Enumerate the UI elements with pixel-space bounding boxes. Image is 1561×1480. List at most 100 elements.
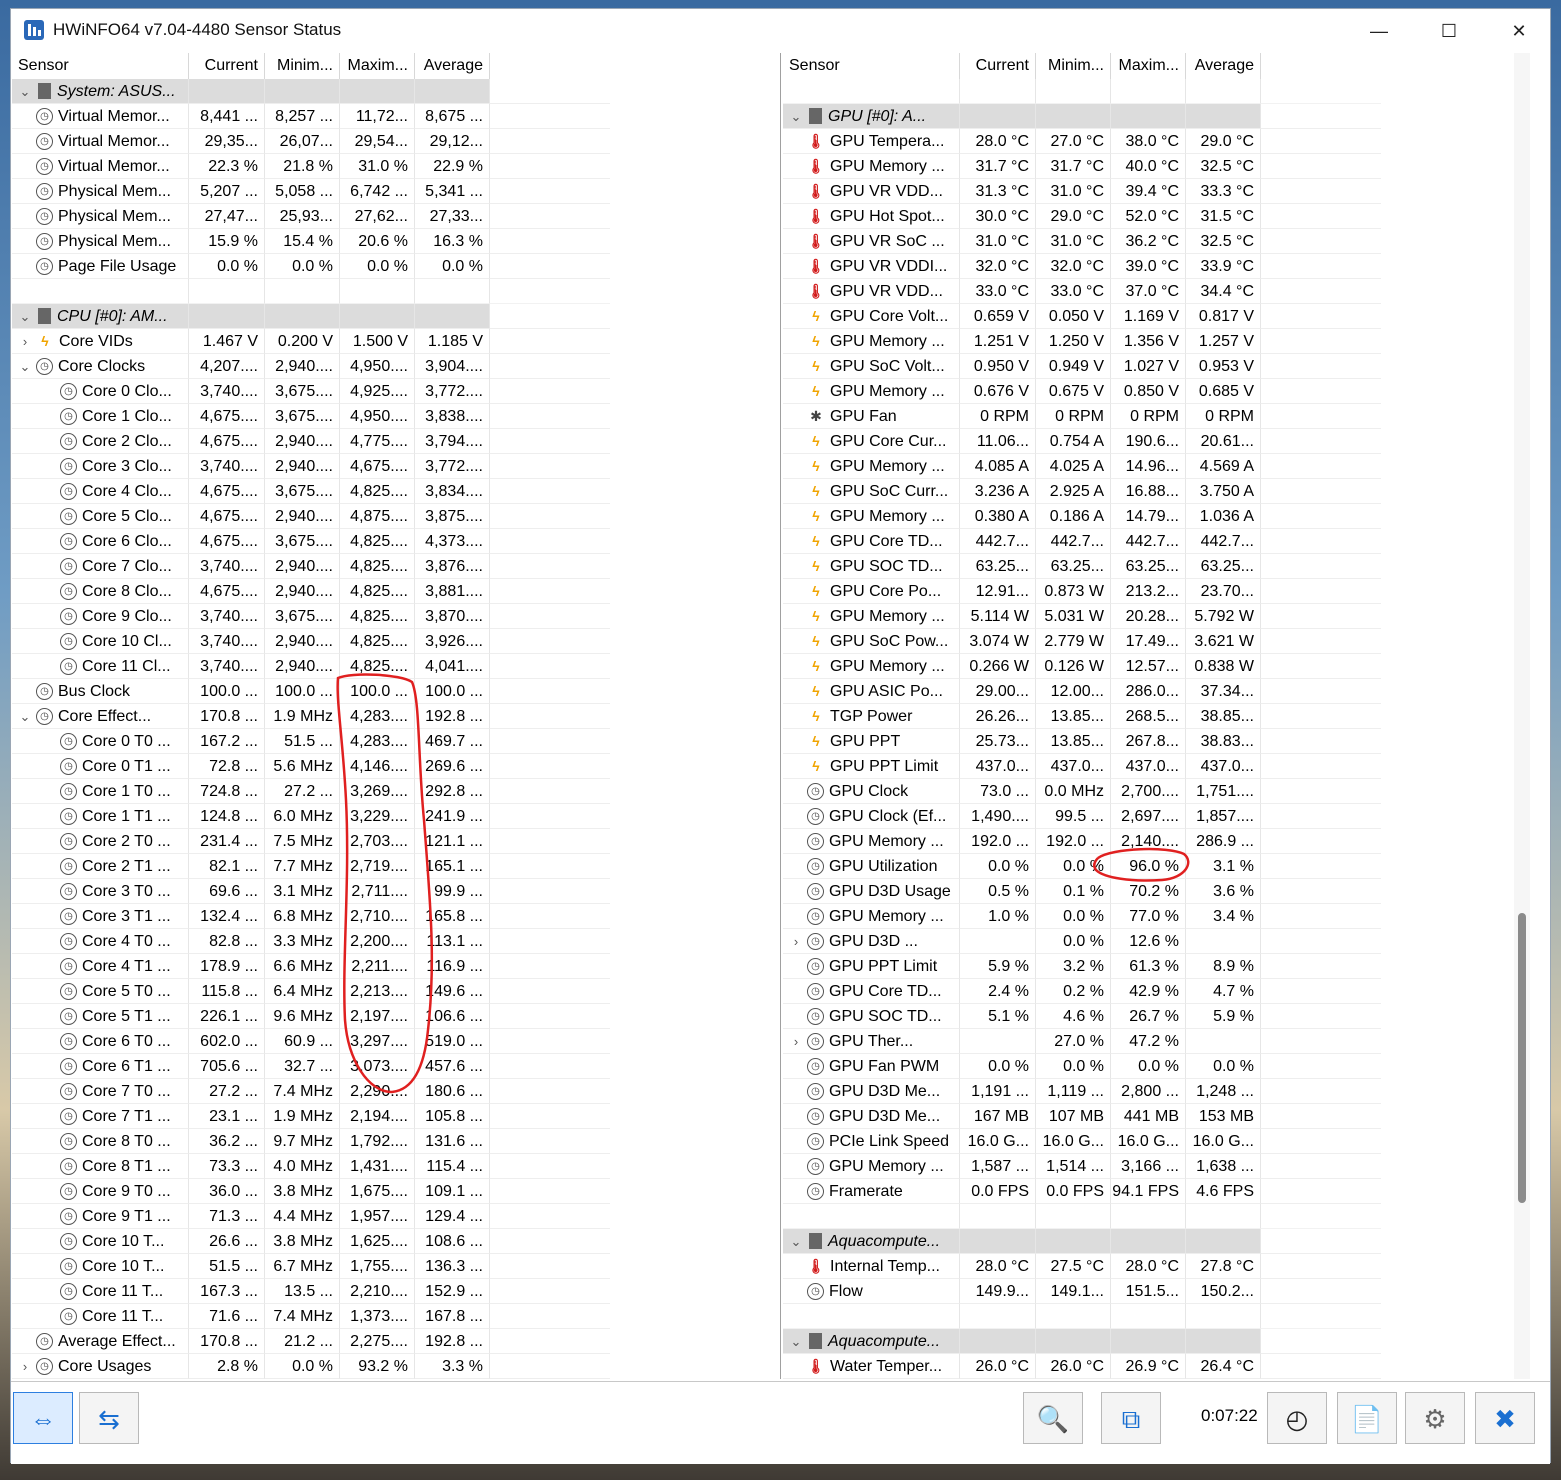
network-search-button[interactable]: 🔍 bbox=[1023, 1392, 1083, 1444]
column-header-0[interactable]: Sensor bbox=[12, 53, 189, 79]
sensor-row[interactable]: ◷ Core 1 T0 ... 724.8 ... 27.2 ... 3,269....… bbox=[12, 779, 780, 804]
column-header-3[interactable]: Maxim... bbox=[1111, 53, 1186, 79]
sensor-row[interactable]: ◷ Virtual Memor... 29,35... 26,07... 29,54..… bbox=[12, 129, 780, 154]
sensor-row[interactable]: ◷ GPU Memory ... 1,587 ... 1,514 ... 3,166 .… bbox=[783, 1154, 1530, 1179]
chevron-right-icon[interactable]: › bbox=[14, 1354, 36, 1378]
sensor-row[interactable]: 🌡 GPU VR VDD... 33.0 °C 33.0 °C 37.0 °C 34.4 … bbox=[783, 279, 1530, 304]
sensor-row[interactable]: › ◷ GPU Ther... 27.0 % 47.2 % bbox=[783, 1029, 1530, 1054]
sensor-row[interactable]: 🌡 GPU Tempera... 28.0 °C 27.0 °C 38.0 °C 29.0… bbox=[783, 129, 1530, 154]
chevron-down-icon[interactable]: ⌄ bbox=[785, 1229, 807, 1253]
sensor-row[interactable]: 🌡 Internal Temp... 28.0 °C 27.5 °C 28.0 °C 27… bbox=[783, 1254, 1530, 1279]
sensor-group-row[interactable]: ⌄ GPU [#0]: A... bbox=[783, 104, 1530, 129]
sensor-row[interactable]: ◷ Physical Mem... 15.9 % 15.4 % 20.6 % 16.3 % bbox=[12, 229, 780, 254]
sensor-row[interactable]: ◷ Core 4 Clo... 4,675.... 3,675.... 4,825...… bbox=[12, 479, 780, 504]
sensor-row[interactable]: ϟ TGP Power 26.26... 13.85... 268.5... 38.85.… bbox=[783, 704, 1530, 729]
sensor-row[interactable]: › ϟ Core VIDs 1.467 V 0.200 V 1.500 V 1.185 V bbox=[12, 329, 780, 354]
sensor-row[interactable]: ◷ Core 0 Clo... 3,740.... 3,675.... 4,925...… bbox=[12, 379, 780, 404]
sensor-row[interactable]: ◷ Core 2 T1 ... 82.1 ... 7.7 MHz 2,719.... 16… bbox=[12, 854, 780, 879]
column-header-2[interactable]: Minim... bbox=[1036, 53, 1111, 79]
sensor-row[interactable]: ◷ Framerate 0.0 FPS 0.0 FPS 94.1 FPS 4.6 FPS bbox=[783, 1179, 1530, 1204]
sensor-row[interactable]: ◷ Core 7 Clo... 3,740.... 2,940.... 4,825...… bbox=[12, 554, 780, 579]
sensor-row[interactable]: ◷ Core 10 Cl... 3,740.... 2,940.... 4,825...… bbox=[12, 629, 780, 654]
sensor-row[interactable]: 🌡 GPU VR VDDI... 32.0 °C 32.0 °C 39.0 °C 33.9… bbox=[783, 254, 1530, 279]
sensor-row[interactable]: ◷ GPU D3D Usage 0.5 % 0.1 % 70.2 % 3.6 % bbox=[783, 879, 1530, 904]
sensor-row[interactable]: ◷ Core 5 T0 ... 115.8 ... 6.4 MHz 2,213.... 1… bbox=[12, 979, 780, 1004]
column-header-1[interactable]: Current bbox=[960, 53, 1036, 79]
log-file-button[interactable]: 📄 bbox=[1337, 1392, 1397, 1444]
sensor-row[interactable]: ϟ GPU SoC Curr... 3.236 A 2.925 A 16.88... 3.… bbox=[783, 479, 1530, 504]
sensor-row[interactable]: ✱ GPU Fan 0 RPM 0 RPM 0 RPM 0 RPM bbox=[783, 404, 1530, 429]
sensor-row[interactable]: ◷ Core 1 Clo... 4,675.... 3,675.... 4,950...… bbox=[12, 404, 780, 429]
sensor-row[interactable]: ϟ GPU Core Po... 12.91... 0.873 W 213.2... 23… bbox=[783, 579, 1530, 604]
sensor-row[interactable]: ◷ Core 8 T1 ... 73.3 ... 4.0 MHz 1,431.... 11… bbox=[12, 1154, 780, 1179]
sensor-row[interactable]: ◷ Core 1 T1 ... 124.8 ... 6.0 MHz 3,229.... 2… bbox=[12, 804, 780, 829]
expand-button[interactable]: ⇔ bbox=[13, 1392, 73, 1444]
sensor-row[interactable]: ϟ GPU Core TD... 442.7... 442.7... 442.7... 4… bbox=[783, 529, 1530, 554]
sensor-row[interactable]: ◷ Core 9 T0 ... 36.0 ... 3.8 MHz 1,675.... 10… bbox=[12, 1179, 780, 1204]
chevron-down-icon[interactable]: ⌄ bbox=[14, 354, 36, 378]
sensor-row[interactable]: ◷ Core 8 T0 ... 36.2 ... 9.7 MHz 1,792.... 13… bbox=[12, 1129, 780, 1154]
sensor-row[interactable]: ϟ GPU Core Cur... 11.06... 0.754 A 190.6... 2… bbox=[783, 429, 1530, 454]
chevron-down-icon[interactable]: ⌄ bbox=[14, 79, 36, 103]
sensor-row[interactable]: ◷ Average Effect... 170.8 ... 21.2 ... 2,275… bbox=[12, 1329, 780, 1354]
sensor-group-row[interactable]: ⌄ Aquacompute... bbox=[783, 1329, 1530, 1354]
sensor-row[interactable]: ◷ GPU Core TD... 2.4 % 0.2 % 42.9 % 4.7 % bbox=[783, 979, 1530, 1004]
column-header-4[interactable]: Average bbox=[1186, 53, 1261, 79]
sensor-row[interactable]: ϟ GPU Memory ... 0.266 W 0.126 W 12.57... 0.8… bbox=[783, 654, 1530, 679]
sensor-row[interactable]: ◷ Core 6 T0 ... 602.0 ... 60.9 ... 3,297....… bbox=[12, 1029, 780, 1054]
sensor-row[interactable]: ◷ Flow 149.9... 149.1... 151.5... 150.2... bbox=[783, 1279, 1530, 1304]
sensor-row[interactable]: ϟ GPU Memory ... 0.380 A 0.186 A 14.79... 1.0… bbox=[783, 504, 1530, 529]
sensor-row[interactable]: ⌄ ◷ Core Clocks 4,207.... 2,940.... 4,950....… bbox=[12, 354, 780, 379]
sensor-row[interactable]: ϟ GPU Memory ... 4.085 A 4.025 A 14.96... 4.5… bbox=[783, 454, 1530, 479]
sensor-row[interactable]: ◷ PCIe Link Speed 16.0 G... 16.0 G... 16.0 G… bbox=[783, 1129, 1530, 1154]
sensor-row[interactable]: 🌡 GPU Hot Spot... 30.0 °C 29.0 °C 52.0 °C 31.… bbox=[783, 204, 1530, 229]
sensor-row[interactable]: ◷ Core 3 T1 ... 132.4 ... 6.8 MHz 2,710.... 1… bbox=[12, 904, 780, 929]
sensor-row[interactable]: ◷ Physical Mem... 27,47... 25,93... 27,62...… bbox=[12, 204, 780, 229]
sensor-row[interactable]: ◷ Core 4 T0 ... 82.8 ... 3.3 MHz 2,200.... 11… bbox=[12, 929, 780, 954]
left-sensor-pane[interactable]: Sensor Current Minim... Maxim... Average ⌄ Sy… bbox=[12, 53, 781, 1379]
sensor-row[interactable]: ◷ Core 11 Cl... 3,740.... 2,940.... 4,825...… bbox=[12, 654, 780, 679]
settings-button[interactable]: ⚙ bbox=[1405, 1392, 1465, 1444]
sensor-row[interactable]: 🌡 GPU Memory ... 31.7 °C 31.7 °C 40.0 °C 32.5… bbox=[783, 154, 1530, 179]
sensor-row[interactable]: ◷ GPU PPT Limit 5.9 % 3.2 % 61.3 % 8.9 % bbox=[783, 954, 1530, 979]
column-header-4[interactable]: Average bbox=[415, 53, 490, 79]
right-scrollbar[interactable] bbox=[1514, 53, 1530, 1379]
close-sensors-button[interactable]: ✖ bbox=[1475, 1392, 1535, 1444]
sensor-row[interactable]: ◷ Core 6 T1 ... 705.6 ... 32.7 ... 3,073....… bbox=[12, 1054, 780, 1079]
sensor-row[interactable]: ◷ GPU Utilization 0.0 % 0.0 % 96.0 % 3.1 % bbox=[783, 854, 1530, 879]
sensor-row[interactable]: ◷ GPU Memory ... 192.0 ... 192.0 ... 2,140..… bbox=[783, 829, 1530, 854]
sensor-row[interactable]: ◷ Core 3 T0 ... 69.6 ... 3.1 MHz 2,711.... 99… bbox=[12, 879, 780, 904]
column-header-3[interactable]: Maxim... bbox=[340, 53, 415, 79]
sensor-row[interactable]: ϟ GPU Core Volt... 0.659 V 0.050 V 1.169 V 0.… bbox=[783, 304, 1530, 329]
sensor-row[interactable]: 🌡 GPU VR VDD... 31.3 °C 31.0 °C 39.4 °C 33.3 … bbox=[783, 179, 1530, 204]
sensor-row[interactable]: ◷ GPU Clock 73.0 ... 0.0 MHz 2,700.... 1,751.… bbox=[783, 779, 1530, 804]
sensor-row[interactable]: ◷ Core 11 T... 71.6 ... 7.4 MHz 1,373.... 167… bbox=[12, 1304, 780, 1329]
sensor-row[interactable]: ◷ Core 0 T1 ... 72.8 ... 5.6 MHz 4,146.... 26… bbox=[12, 754, 780, 779]
chevron-down-icon[interactable]: ⌄ bbox=[785, 1329, 807, 1353]
scrollbar-thumb[interactable] bbox=[1518, 913, 1526, 1203]
network-button[interactable]: ⧉ bbox=[1101, 1392, 1161, 1444]
sensor-row[interactable]: ◷ Core 10 T... 51.5 ... 6.7 MHz 1,755.... 136… bbox=[12, 1254, 780, 1279]
column-header-1[interactable]: Current bbox=[189, 53, 265, 79]
right-sensor-pane[interactable]: Sensor Current Minim... Maxim... Average ⌄ GP… bbox=[783, 53, 1530, 1379]
sensor-group-row[interactable]: ⌄ CPU [#0]: AM... bbox=[12, 304, 780, 329]
chevron-right-icon[interactable]: › bbox=[14, 329, 36, 353]
sensor-row[interactable]: ◷ GPU Memory ... 1.0 % 0.0 % 77.0 % 3.4 % bbox=[783, 904, 1530, 929]
sensor-row[interactable]: ◷ Core 4 T1 ... 178.9 ... 6.6 MHz 2,211.... 1… bbox=[12, 954, 780, 979]
sensor-row[interactable]: ◷ Page File Usage 0.0 % 0.0 % 0.0 % 0.0 % bbox=[12, 254, 780, 279]
sensor-row[interactable]: ϟ GPU SOC TD... 63.25... 63.25... 63.25... 63… bbox=[783, 554, 1530, 579]
chevron-right-icon[interactable]: › bbox=[785, 929, 807, 953]
minimize-button[interactable]: — bbox=[1344, 11, 1414, 51]
sensor-row[interactable]: ϟ GPU Memory ... 0.676 V 0.675 V 0.850 V 0.68… bbox=[783, 379, 1530, 404]
sensor-row[interactable]: ◷ GPU SOC TD... 5.1 % 4.6 % 26.7 % 5.9 % bbox=[783, 1004, 1530, 1029]
sensor-row[interactable]: ◷ Core 5 Clo... 4,675.... 2,940.... 4,875...… bbox=[12, 504, 780, 529]
sensor-row[interactable]: 🌡 Water Temper... 26.0 °C 26.0 °C 26.9 °C 26.… bbox=[783, 1354, 1530, 1379]
sensor-row[interactable]: ϟ GPU SoC Volt... 0.950 V 0.949 V 1.027 V 0.9… bbox=[783, 354, 1530, 379]
sensor-row[interactable]: ◷ GPU D3D Me... 167 MB 107 MB 441 MB 153 MB bbox=[783, 1104, 1530, 1129]
collapse-button[interactable]: ⇆ bbox=[79, 1392, 139, 1444]
sensor-row[interactable]: ◷ Core 2 T0 ... 231.4 ... 7.5 MHz 2,703.... 1… bbox=[12, 829, 780, 854]
sensor-row[interactable]: ◷ Core 7 T1 ... 23.1 ... 1.9 MHz 2,194.... 10… bbox=[12, 1104, 780, 1129]
chevron-down-icon[interactable]: ⌄ bbox=[785, 104, 807, 128]
sensor-row[interactable]: ◷ GPU Fan PWM 0.0 % 0.0 % 0.0 % 0.0 % bbox=[783, 1054, 1530, 1079]
sensor-group-row[interactable]: ⌄ Aquacompute... bbox=[783, 1229, 1530, 1254]
